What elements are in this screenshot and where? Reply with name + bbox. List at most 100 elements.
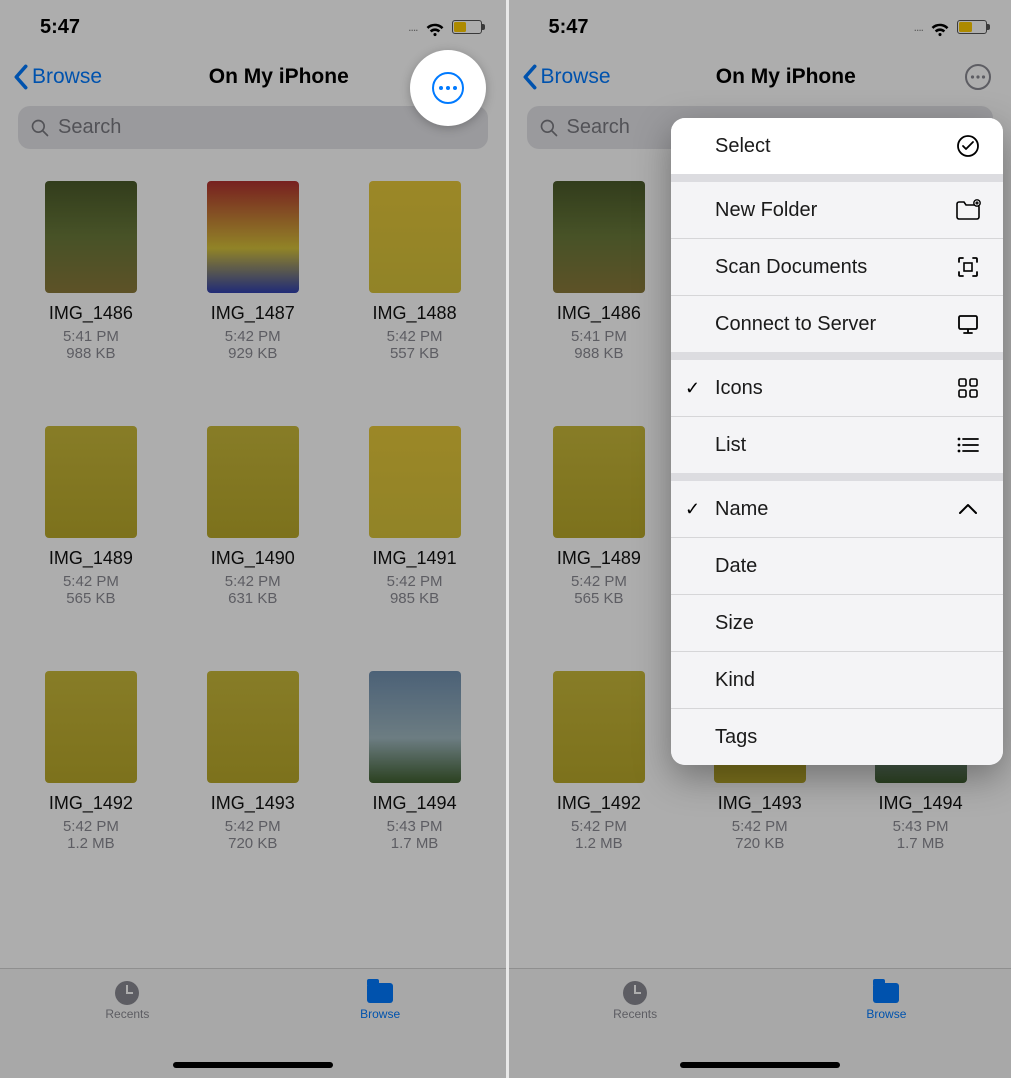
cellular-dots-icon: .... — [408, 20, 417, 34]
clock-icon — [115, 981, 139, 1005]
ellipsis-circle-icon — [432, 72, 464, 104]
file-name: IMG_1494 — [879, 793, 963, 814]
file-name: IMG_1492 — [49, 793, 133, 814]
file-item[interactable]: IMG_14865:41 PM988 KB — [14, 181, 168, 362]
phone-left: 5:47 .... Browse On My iPhone Search IMG… — [0, 0, 506, 1078]
back-button[interactable]: Browse — [521, 64, 611, 90]
tab-recents[interactable]: Recents — [105, 981, 149, 1021]
file-item[interactable]: IMG_14875:42 PM929 KB — [176, 181, 330, 362]
file-time: 5:42 PM — [225, 573, 281, 590]
menu-sort-name[interactable]: ✓ Name — [671, 481, 1003, 537]
menu-label: Name — [715, 498, 768, 521]
tab-bar: Recents Browse — [509, 968, 1011, 1078]
tab-browse[interactable]: Browse — [866, 981, 906, 1021]
file-thumbnail — [369, 671, 461, 783]
menu-label: Connect to Server — [715, 313, 876, 336]
search-icon — [30, 118, 50, 138]
file-item[interactable]: IMG_14895:42 PM565 KB — [14, 426, 168, 607]
menu-new-folder[interactable]: New Folder — [671, 182, 1003, 238]
status-icons: .... — [408, 16, 481, 38]
file-item[interactable]: IMG_14885:42 PM557 KB — [338, 181, 492, 362]
file-size: 988 KB — [574, 345, 623, 362]
chevron-up-icon — [955, 496, 981, 522]
back-button[interactable]: Browse — [12, 64, 102, 90]
chevron-left-icon — [521, 64, 539, 90]
more-button-highlight[interactable] — [410, 50, 486, 126]
phone-right: 5:47 .... Browse On My iPhone Search IMG… — [506, 0, 1011, 1078]
file-item[interactable]: IMG_14915:42 PM985 KB — [338, 426, 492, 607]
file-item[interactable]: IMG_14935:42 PM720 KB — [176, 671, 330, 852]
file-size: 988 KB — [66, 345, 115, 362]
menu-label: Scan Documents — [715, 256, 867, 279]
menu-scan-documents[interactable]: Scan Documents — [671, 238, 1003, 295]
menu-sort-date[interactable]: Date — [671, 537, 1003, 594]
file-item[interactable]: IMG_14895:42 PM565 KB — [523, 426, 676, 607]
battery-icon — [957, 20, 987, 34]
file-name: IMG_1493 — [718, 793, 802, 814]
menu-select[interactable]: Select — [671, 118, 1003, 174]
tab-recents[interactable]: Recents — [613, 981, 657, 1021]
file-size: 985 KB — [390, 590, 439, 607]
file-size: 720 KB — [735, 835, 784, 852]
file-name: IMG_1493 — [211, 793, 295, 814]
clock-icon — [623, 981, 647, 1005]
file-item[interactable]: IMG_1486 5:41 PM988 KB — [523, 181, 676, 362]
home-indicator[interactable] — [173, 1062, 333, 1068]
menu-connect-to-server[interactable]: Connect to Server — [671, 295, 1003, 352]
checkmark-icon: ✓ — [685, 499, 700, 520]
file-time: 5:42 PM — [63, 573, 119, 590]
search-placeholder: Search — [567, 116, 630, 139]
menu-view-list[interactable]: List — [671, 416, 1003, 473]
search-icon — [539, 118, 559, 138]
file-thumbnail — [553, 181, 645, 293]
menu-view-icons[interactable]: ✓ Icons — [671, 360, 1003, 416]
back-label: Browse — [32, 65, 102, 89]
search-input[interactable]: Search — [18, 106, 488, 149]
file-item[interactable]: IMG_14905:42 PM631 KB — [176, 426, 330, 607]
file-size: 631 KB — [228, 590, 277, 607]
tab-label: Recents — [105, 1007, 149, 1021]
menu-label: Kind — [715, 669, 755, 692]
menu-sort-kind[interactable]: Kind — [671, 651, 1003, 708]
menu-label: Size — [715, 612, 754, 635]
wifi-icon — [929, 16, 951, 38]
file-time: 5:41 PM — [571, 328, 627, 345]
status-icons: .... — [914, 16, 987, 38]
menu-sort-tags[interactable]: Tags — [671, 708, 1003, 765]
tab-label: Recents — [613, 1007, 657, 1021]
home-indicator[interactable] — [680, 1062, 840, 1068]
status-time: 5:47 — [40, 16, 80, 39]
more-button[interactable] — [961, 60, 995, 94]
file-name: IMG_1488 — [373, 303, 457, 324]
file-name: IMG_1486 — [557, 303, 641, 324]
tab-bar: Recents Browse — [0, 968, 506, 1078]
list-icon — [955, 432, 981, 458]
checkmark-icon: ✓ — [685, 378, 700, 399]
nav-bar: Browse On My iPhone — [509, 46, 1011, 102]
tab-browse[interactable]: Browse — [360, 981, 400, 1021]
menu-sort-size[interactable]: Size — [671, 594, 1003, 651]
file-thumbnail — [207, 426, 299, 538]
menu-label: List — [715, 434, 746, 457]
file-item[interactable]: IMG_14925:42 PM1.2 MB — [14, 671, 168, 852]
server-icon — [955, 311, 981, 337]
file-item[interactable]: IMG_14945:43 PM1.7 MB — [338, 671, 492, 852]
file-item[interactable]: IMG_14925:42 PM1.2 MB — [523, 671, 676, 852]
menu-label: New Folder — [715, 199, 817, 222]
ellipsis-circle-icon — [964, 63, 992, 91]
file-size: 565 KB — [66, 590, 115, 607]
file-thumbnail — [45, 426, 137, 538]
file-size: 1.2 MB — [575, 835, 623, 852]
menu-label: Select — [715, 135, 771, 158]
grid-icon — [955, 375, 981, 401]
file-size: 929 KB — [228, 345, 277, 362]
file-name: IMG_1487 — [211, 303, 295, 324]
file-thumbnail — [45, 671, 137, 783]
file-thumbnail — [369, 426, 461, 538]
cellular-dots-icon: .... — [914, 20, 923, 34]
checkmark-circle-icon — [955, 133, 981, 159]
file-name: IMG_1491 — [373, 548, 457, 569]
file-time: 5:42 PM — [571, 573, 627, 590]
file-size: 557 KB — [390, 345, 439, 362]
back-label: Browse — [541, 65, 611, 89]
